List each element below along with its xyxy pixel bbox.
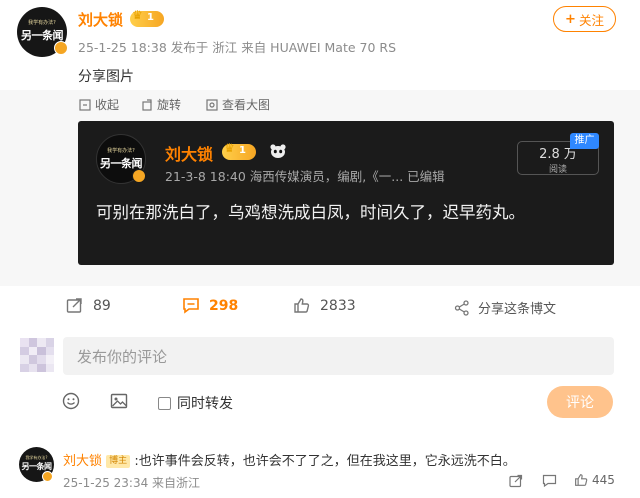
post-meta: 25-1-25 18:38 发布于 浙江 来自 HUAWEI Mate 70 R… (78, 40, 397, 55)
comment-text: :也许事件会反转，也许会不了了之，但在我这里，它永远洗不白。 (134, 454, 516, 469)
sync-repost-option[interactable]: 同时转发 (158, 393, 233, 413)
comment-like-count: 445 (592, 473, 615, 487)
vip-badge: ♛ 1 (130, 8, 164, 27)
comment-icon (183, 298, 199, 314)
commenter-name[interactable]: 刘大锁 (63, 454, 102, 469)
embedded-vip-level: 1 (239, 145, 246, 156)
emoji-icon[interactable] (62, 392, 80, 410)
comment-count: 298 (209, 297, 239, 314)
share-button[interactable]: 分享这条博文 (454, 298, 556, 317)
reply-comment-icon[interactable] (542, 474, 557, 488)
repost-icon (66, 298, 82, 313)
view-large-button[interactable]: 查看大图 (206, 96, 270, 113)
repost-button[interactable]: 89 (66, 297, 111, 314)
verified-badge-icon (54, 41, 68, 55)
comment-button[interactable]: 298 (182, 297, 238, 314)
embedded-crown-icon: ♛ (224, 141, 235, 155)
submit-comment-button[interactable]: 评论 (547, 386, 613, 418)
rotate-button[interactable]: 旋转 (141, 96, 181, 113)
promo-tag: 推广 (570, 133, 599, 149)
like-button[interactable]: 2833 (293, 297, 356, 314)
favorite-icon (79, 98, 91, 111)
embedded-author-name: 刘大锁 (165, 145, 214, 164)
author-name[interactable]: 刘大锁 (78, 9, 123, 30)
embedded-verified-badge-icon (132, 169, 146, 183)
post-content: 分享图片 (78, 69, 134, 85)
image-icon[interactable] (110, 392, 128, 410)
share-label: 分享这条博文 (478, 302, 557, 317)
like-icon (294, 298, 310, 313)
comment-input[interactable]: 发布你的评论 (63, 337, 614, 375)
view-large-label: 查看大图 (222, 98, 271, 112)
current-user-avatar (20, 338, 54, 372)
sync-repost-checkbox[interactable] (158, 396, 171, 410)
comment-meta: 25-1-25 23:34 来自浙江 (63, 476, 201, 490)
sync-repost-label: 同时转发 (177, 396, 233, 412)
crown-icon: ♛ (132, 8, 143, 22)
collapse-button[interactable]: 收起 (79, 96, 119, 113)
commenter-verified-badge-icon (42, 471, 53, 482)
reply-share-icon[interactable] (509, 474, 523, 488)
panda-icon (270, 144, 286, 158)
plus-icon: + (565, 11, 576, 27)
view-large-icon (206, 98, 218, 111)
like-icon (575, 474, 588, 486)
repost-count: 89 (93, 297, 111, 314)
comment-line: 刘大锁 博主 :也许事件会反转，也许会不了了之，但在我这里，它永远洗不白。 (63, 450, 516, 469)
avatar-caption: 我学有办法? (28, 20, 56, 26)
rotate-label: 旋转 (157, 98, 182, 112)
rotate-icon (142, 98, 152, 111)
follow-label: 关注 (578, 12, 604, 28)
follow-button[interactable]: + 关注 (553, 6, 616, 32)
vip-level: 1 (147, 12, 154, 23)
embedded-meta: 21-3-8 18:40 海西传媒演员，编剧,《一... 已编辑 (165, 169, 445, 184)
comment-like-button[interactable]: 445 (574, 473, 615, 487)
share-icon (454, 299, 469, 316)
embedded-vip-badge: ♛ 1 (222, 141, 256, 160)
views-label: 阅读 (548, 165, 567, 175)
embedded-avatar-caption: 我学有办法? (107, 148, 135, 154)
embedded-text: 可别在那洗白了，乌鸡想洗成白凤，时间久了，迟早药丸。 (96, 203, 525, 222)
like-count: 2833 (320, 297, 356, 314)
collapse-label: 收起 (95, 98, 120, 112)
author-tag: 博主 (106, 455, 131, 468)
